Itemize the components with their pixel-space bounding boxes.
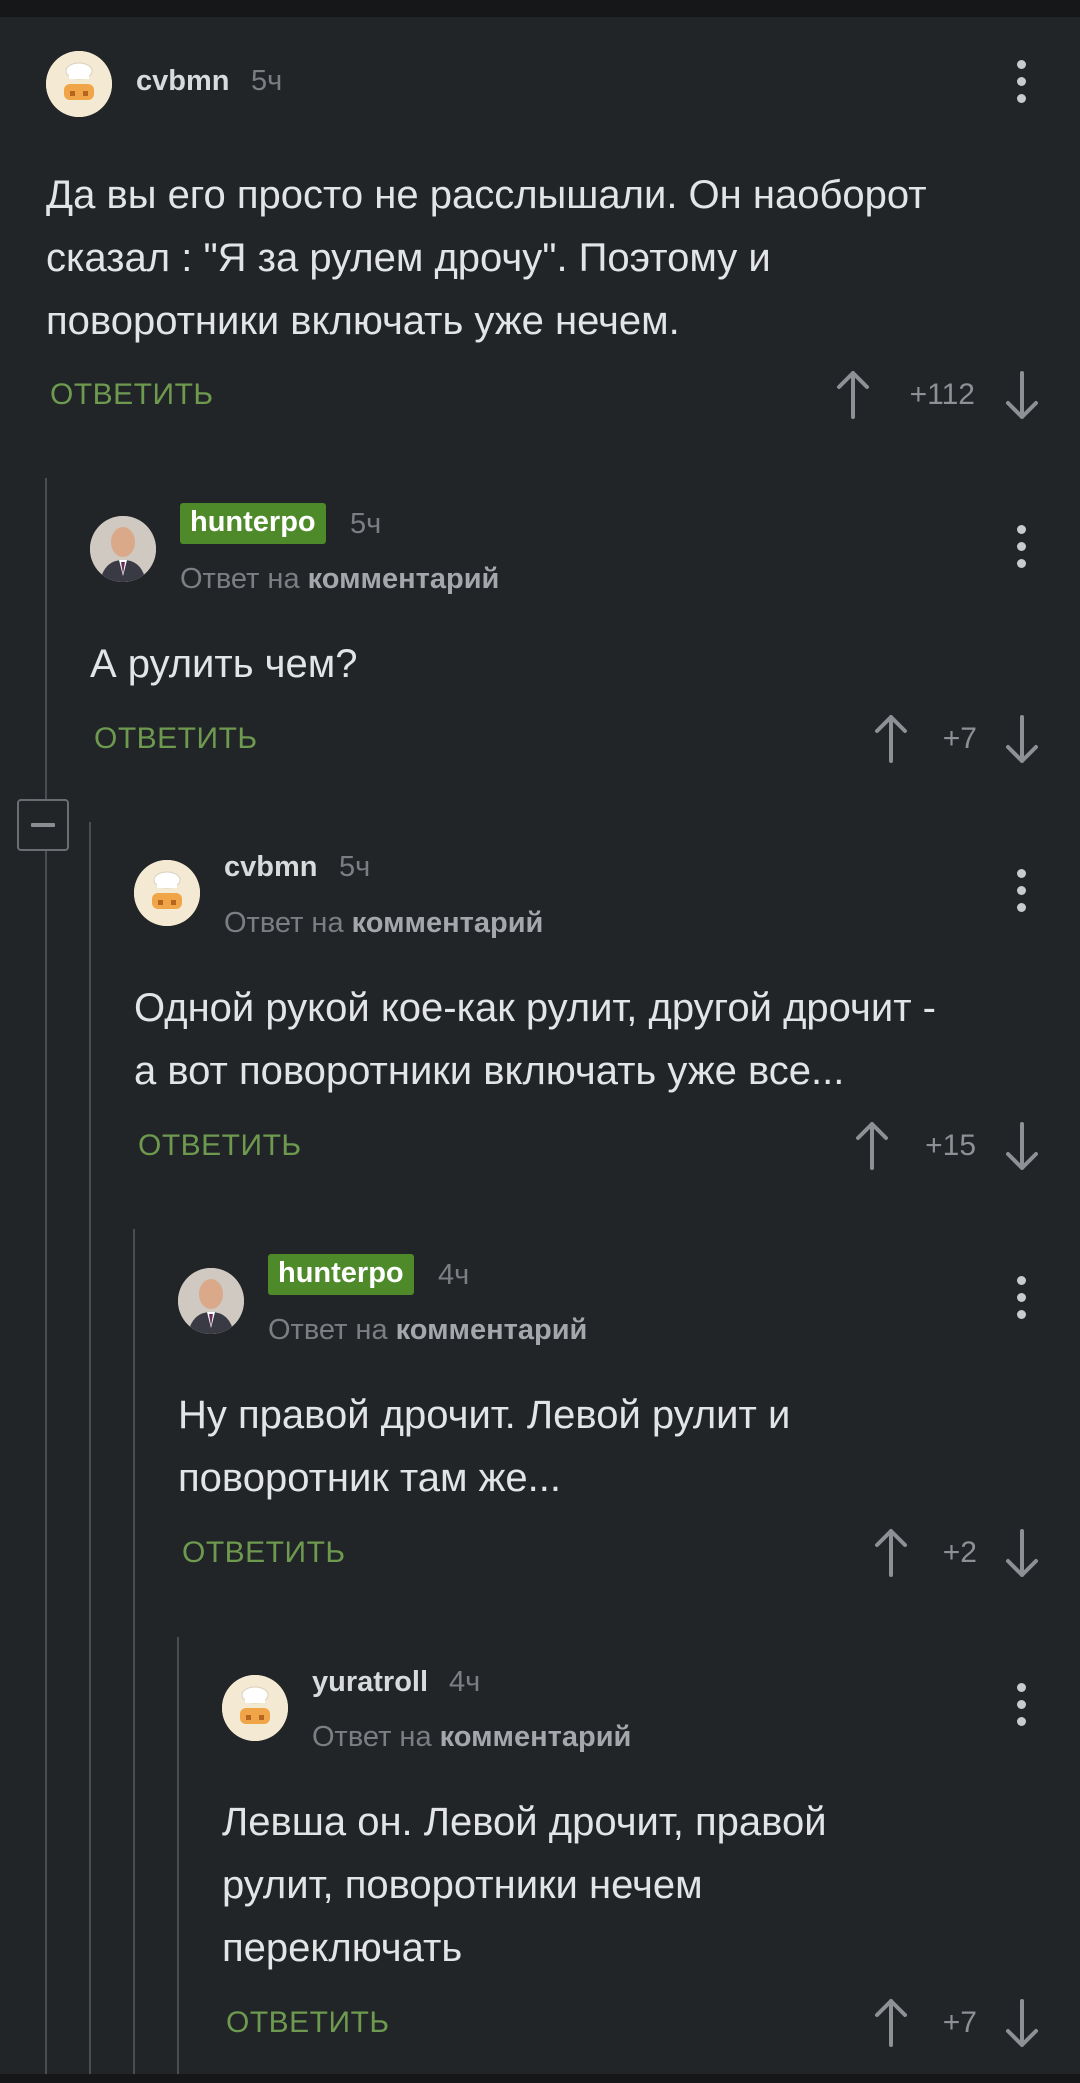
comment-time: 5ч <box>251 65 283 97</box>
chef-avatar[interactable] <box>46 51 112 117</box>
arrow-down-icon[interactable] <box>1004 1998 1040 2048</box>
comment-author[interactable]: cvbmn <box>136 65 229 98</box>
chef-avatar-icon <box>46 51 112 117</box>
reply-to-link[interactable]: Ответ на комментарий <box>180 563 499 596</box>
comment-text-line: Да вы его просто не расслышали. Он наобо… <box>46 173 927 217</box>
vote-score: +112 <box>909 378 975 411</box>
vertical-dots-icon[interactable] <box>1015 525 1027 569</box>
reply-button[interactable]: ОТВЕТИТЬ <box>50 378 214 412</box>
thread-line-4[interactable] <box>177 1637 179 2074</box>
vote-score: +7 <box>942 722 977 755</box>
top-status-bar <box>0 0 1080 17</box>
arrow-down-icon[interactable] <box>1004 1528 1040 1578</box>
comment-text-line: переключать <box>222 1926 463 1970</box>
thread-line-2[interactable] <box>89 822 91 2074</box>
vertical-dots-icon[interactable] <box>1015 869 1027 913</box>
person-avatar-icon <box>178 1268 244 1334</box>
arrow-down-icon[interactable] <box>1004 714 1040 764</box>
comment-author[interactable]: hunterpo <box>180 503 326 544</box>
reply-to-link[interactable]: Ответ на комментарий <box>224 907 543 940</box>
arrow-down-icon[interactable] <box>1004 1121 1040 1171</box>
reply-to-target[interactable]: комментарий <box>396 1314 588 1346</box>
vote-score: +15 <box>925 1129 976 1162</box>
comment-text-line: а вот поворотники включать уже все... <box>134 1049 845 1093</box>
reply-to-prefix: Ответ на <box>224 907 344 939</box>
comment-time: 5ч <box>350 508 382 540</box>
reply-to-target[interactable]: комментарий <box>440 1721 632 1753</box>
comment-time: 5ч <box>339 851 371 883</box>
thread-line-1[interactable] <box>45 478 47 2074</box>
comment-time: 4ч <box>438 1259 470 1291</box>
reply-button[interactable]: ОТВЕТИТЬ <box>138 1129 302 1163</box>
vertical-dots-icon[interactable] <box>1015 1276 1027 1320</box>
person-avatar[interactable] <box>90 516 156 582</box>
arrow-down-icon[interactable] <box>1004 370 1040 420</box>
comment-author[interactable]: yuratroll <box>312 1666 428 1699</box>
arrow-up-icon[interactable] <box>873 714 909 764</box>
bottom-bar <box>0 2074 1080 2083</box>
comment-author[interactable]: hunterpo <box>268 1254 414 1295</box>
collapse-thread-button[interactable] <box>17 799 69 851</box>
comment-text-line: А рулить чем? <box>90 642 358 686</box>
comment-text-line: Ну правой дрочит. Левой рулит и <box>178 1393 791 1437</box>
minus-square-icon <box>31 823 55 827</box>
person-avatar[interactable] <box>178 1268 244 1334</box>
comment-time: 4ч <box>449 1666 481 1698</box>
comment-text-line: поворотники включать уже нечем. <box>46 299 680 343</box>
arrow-up-icon[interactable] <box>873 1528 909 1578</box>
reply-to-target[interactable]: комментарий <box>308 563 500 595</box>
reply-button[interactable]: ОТВЕТИТЬ <box>226 2006 390 2040</box>
vote-score: +2 <box>942 1536 977 1569</box>
person-avatar-icon <box>90 516 156 582</box>
thread-line-3[interactable] <box>133 1229 135 2074</box>
comment-text-line: рулит, поворотники нечем <box>222 1863 703 1907</box>
reply-to-prefix: Ответ на <box>268 1314 388 1346</box>
comment-text-line: Левша он. Левой дрочит, правой <box>222 1800 827 1844</box>
reply-button[interactable]: ОТВЕТИТЬ <box>94 722 258 756</box>
vertical-dots-icon[interactable] <box>1015 60 1027 104</box>
arrow-up-icon[interactable] <box>873 1998 909 2048</box>
arrow-up-icon[interactable] <box>854 1121 890 1171</box>
chef-avatar-icon <box>222 1675 288 1741</box>
reply-to-prefix: Ответ на <box>312 1721 432 1753</box>
reply-to-link[interactable]: Ответ на комментарий <box>268 1314 587 1347</box>
comment-text-line: поворотник там же... <box>178 1456 562 1500</box>
chef-avatar[interactable] <box>134 860 200 926</box>
chef-avatar[interactable] <box>222 1675 288 1741</box>
vertical-dots-icon[interactable] <box>1015 1683 1027 1727</box>
reply-to-prefix: Ответ на <box>180 563 300 595</box>
chef-avatar-icon <box>134 860 200 926</box>
reply-to-target[interactable]: комментарий <box>352 907 544 939</box>
comment-text-line: сказал : "Я за рулем дрочу". Поэтому и <box>46 236 771 280</box>
reply-button[interactable]: ОТВЕТИТЬ <box>182 1536 346 1570</box>
vote-score: +7 <box>942 2006 977 2039</box>
comment-author[interactable]: cvbmn <box>224 851 317 884</box>
arrow-up-icon[interactable] <box>835 370 871 420</box>
reply-to-link[interactable]: Ответ на комментарий <box>312 1721 631 1754</box>
comment-text-line: Одной рукой кое-как рулит, другой дрочит… <box>134 986 936 1030</box>
